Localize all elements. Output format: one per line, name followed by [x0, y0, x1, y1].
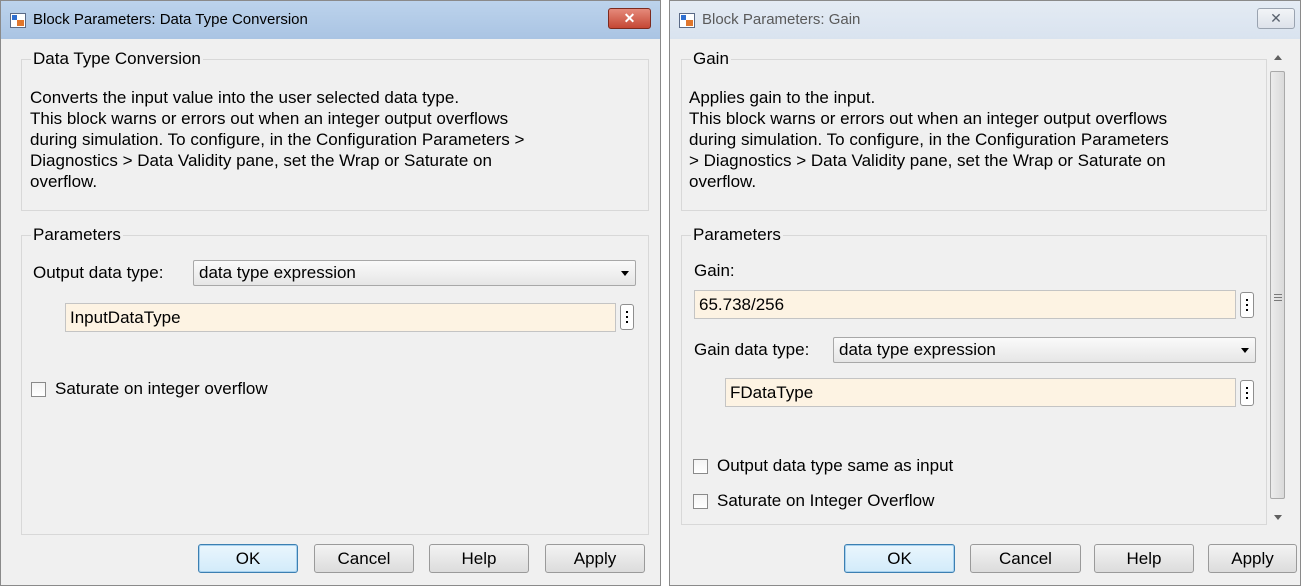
window-title: Block Parameters: Gain: [702, 11, 861, 28]
scroll-up-icon[interactable]: [1274, 55, 1282, 60]
block-name: Data Type Conversion: [31, 49, 203, 69]
title-bar[interactable]: Block Parameters: Data Type Conversion ✕: [1, 1, 660, 39]
output-data-type-value: data type expression: [199, 263, 356, 282]
vertical-ellipsis-icon[interactable]: [1240, 380, 1254, 406]
dialog-gain: Block Parameters: Gain ✕ Gain Applies ga…: [669, 0, 1301, 586]
help-button[interactable]: Help: [1094, 544, 1194, 573]
saturate-overflow-label: Saturate on Integer Overflow: [717, 491, 935, 510]
gain-data-type-label: Gain data type:: [694, 340, 810, 359]
window-title: Block Parameters: Data Type Conversion: [33, 11, 308, 28]
scrollbar-thumb[interactable]: [1270, 71, 1285, 499]
apply-button[interactable]: Apply: [1208, 544, 1297, 573]
simulink-block-icon: [10, 13, 26, 28]
output-same-as-input-checkbox[interactable]: [693, 459, 708, 474]
saturate-overflow-checkbox[interactable]: [31, 382, 46, 397]
saturate-overflow-label: Saturate on integer overflow: [55, 379, 268, 398]
gain-data-type-value: data type expression: [839, 340, 996, 359]
apply-button[interactable]: Apply: [545, 544, 645, 573]
data-type-expression-field[interactable]: InputDataType: [65, 303, 616, 332]
ok-button[interactable]: OK: [844, 544, 955, 573]
chevron-down-icon: [621, 271, 629, 276]
data-type-expression-field[interactable]: FDataType: [725, 378, 1236, 407]
dialog-data-type-conversion: Block Parameters: Data Type Conversion ✕…: [0, 0, 661, 586]
parameters-label: Parameters: [691, 225, 783, 245]
cancel-button[interactable]: Cancel: [314, 544, 414, 573]
block-description: Applies gain to the input. This block wa…: [689, 88, 1169, 191]
data-type-expression-value: FDataType: [730, 383, 814, 402]
gain-label: Gain:: [694, 261, 735, 280]
cancel-button[interactable]: Cancel: [970, 544, 1081, 573]
simulink-block-icon: [679, 13, 695, 28]
block-name: Gain: [691, 49, 731, 69]
saturate-overflow-checkbox[interactable]: [693, 494, 708, 509]
close-icon[interactable]: ✕: [1257, 8, 1295, 29]
help-button[interactable]: Help: [429, 544, 529, 573]
output-data-type-dropdown[interactable]: data type expression: [193, 260, 636, 286]
title-bar[interactable]: Block Parameters: Gain ✕: [670, 1, 1300, 39]
gain-value-field[interactable]: 65.738/256: [694, 290, 1236, 319]
chevron-down-icon: [1241, 348, 1249, 353]
gain-value: 65.738/256: [699, 295, 785, 314]
grip-icon: [1274, 294, 1282, 303]
scroll-down-icon[interactable]: [1274, 515, 1282, 520]
gain-data-type-dropdown[interactable]: data type expression: [833, 337, 1256, 363]
vertical-ellipsis-icon[interactable]: [620, 304, 634, 330]
block-description: Converts the input value into the user s…: [30, 88, 525, 191]
close-icon[interactable]: ✕: [608, 8, 651, 29]
vertical-scrollbar[interactable]: [1267, 41, 1289, 526]
output-data-type-label: Output data type:: [33, 263, 164, 282]
output-same-as-input-label: Output data type same as input: [717, 456, 954, 475]
data-type-expression-value: InputDataType: [70, 308, 181, 327]
parameters-label: Parameters: [31, 225, 123, 245]
ok-button[interactable]: OK: [198, 544, 298, 573]
vertical-ellipsis-icon[interactable]: [1240, 292, 1254, 318]
